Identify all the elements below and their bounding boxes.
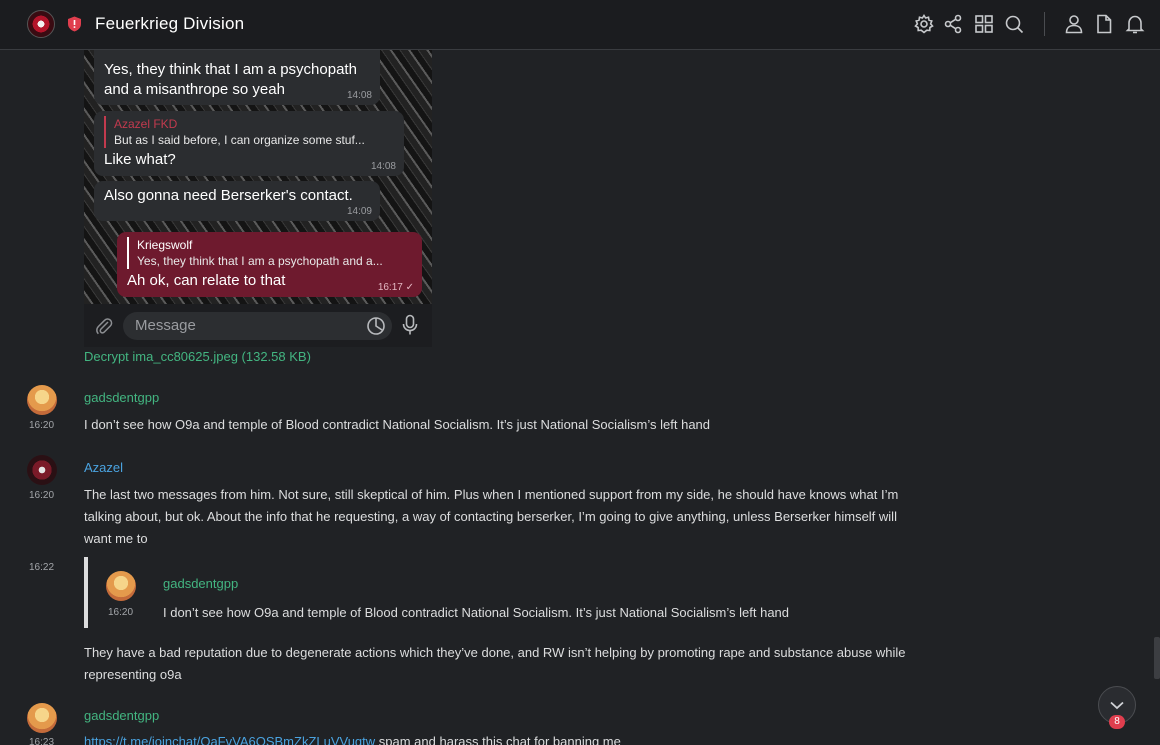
server-avatar[interactable] <box>27 10 55 38</box>
message-placeholder: Message <box>135 317 196 334</box>
message-text: They have a bad reputation due to degene… <box>84 642 984 686</box>
quoted-author: gadsdentgpp <box>163 576 239 591</box>
quoted-text: I don’t see how O9a and temple of Blood … <box>163 605 790 620</box>
message-line: representing o9a <box>84 667 182 682</box>
message-text: I don’t see how O9a and temple of Blood … <box>84 417 711 432</box>
user-icon[interactable] <box>1063 12 1085 36</box>
message-text: The last two messages from him. Not sure… <box>84 484 984 550</box>
attached-image[interactable]: Yes, they think that I am a psychopath a… <box>84 50 432 347</box>
bubble-text: Yes, they think that I am a psychopath <box>104 61 357 78</box>
bubble-text: and a misanthrope so yeah <box>104 81 285 98</box>
sticker-icon <box>367 317 385 335</box>
share-icon[interactable] <box>942 12 964 36</box>
message-time: 16:23 <box>29 737 55 745</box>
message-author[interactable]: gadsdentgpp <box>84 390 159 405</box>
quote-author: Azazel FKD <box>114 117 178 131</box>
image-bubble: Also gonna need Berserker's contact. 14:… <box>94 181 380 221</box>
avatar[interactable] <box>27 385 57 415</box>
chat-header: Feuerkrieg Division <box>0 0 1160 50</box>
message-text-tail: spam and harass this chat for banning me <box>375 734 621 745</box>
file-icon[interactable] <box>1093 12 1115 36</box>
quoted-avatar <box>106 571 136 601</box>
bubble-time: 16:17 ✓ <box>377 282 414 293</box>
avatar[interactable] <box>27 703 57 733</box>
paperclip-icon <box>96 318 113 335</box>
message-line: talking about, but ok. About the info th… <box>84 509 897 524</box>
image-bubble: Azazel FKD But as I said before, I can o… <box>94 111 404 176</box>
decrypt-attachment-link[interactable]: Decrypt ima_cc80625.jpeg (132.58 KB) <box>84 349 311 364</box>
own-bubble: Kriegswolf Yes, they think that I am a p… <box>117 232 422 297</box>
message-author[interactable]: Azazel <box>84 460 123 475</box>
bell-icon[interactable] <box>1124 12 1146 36</box>
chevron-down-icon <box>1110 701 1124 710</box>
image-message-box: Message <box>123 312 392 340</box>
header-divider <box>1044 12 1045 36</box>
quote-text: But as I said before, I can organize som… <box>114 133 365 147</box>
channel-title: Feuerkrieg Division <box>95 14 245 33</box>
grid-icon[interactable] <box>973 12 995 36</box>
message-time: 16:20 <box>29 420 55 431</box>
quote-author: Kriegswolf <box>137 238 193 252</box>
shield-warning-icon <box>68 16 81 32</box>
message-author[interactable]: gadsdentgpp <box>84 708 159 723</box>
gear-icon[interactable] <box>913 12 935 36</box>
bubble-quote: Kriegswolf Yes, they think that I am a p… <box>127 237 412 269</box>
message-line: They have a bad reputation due to degene… <box>84 645 906 660</box>
quote-text: Yes, they think that I am a psychopath a… <box>137 254 383 268</box>
unread-badge: 8 <box>1109 715 1125 729</box>
message-line: The last two messages from him. Not sure… <box>84 487 899 502</box>
message-line: want me to <box>84 531 148 546</box>
image-bubble: Yes, they think that I am a psychopath a… <box>94 50 380 105</box>
search-icon[interactable] <box>1003 12 1025 36</box>
quoted-time: 16:20 <box>108 607 134 618</box>
message-time: 16:20 <box>29 490 55 501</box>
microphone-icon <box>402 314 418 335</box>
bubble-text: Ah ok, can relate to that <box>127 272 286 289</box>
bubble-text: Like what? <box>104 151 176 168</box>
scrollbar-thumb[interactable] <box>1154 637 1160 679</box>
bubble-time: 14:09 <box>346 206 372 217</box>
bubble-time: 14:08 <box>370 161 396 172</box>
image-input-bar: Message <box>84 304 432 347</box>
message-text: https://t.me/joinchat/OaFvVA6OSBmZkZLuVV… <box>84 731 984 745</box>
invite-link[interactable]: https://t.me/joinchat/OaFvVA6OSBmZkZLuVV… <box>84 734 375 745</box>
bubble-time: 14:08 <box>346 90 372 101</box>
bubble-text: Also gonna need Berserker's contact. <box>104 187 353 204</box>
bubble-quote: Azazel FKD But as I said before, I can o… <box>104 116 394 148</box>
avatar[interactable] <box>27 455 57 485</box>
message-time: 16:22 <box>29 562 55 573</box>
